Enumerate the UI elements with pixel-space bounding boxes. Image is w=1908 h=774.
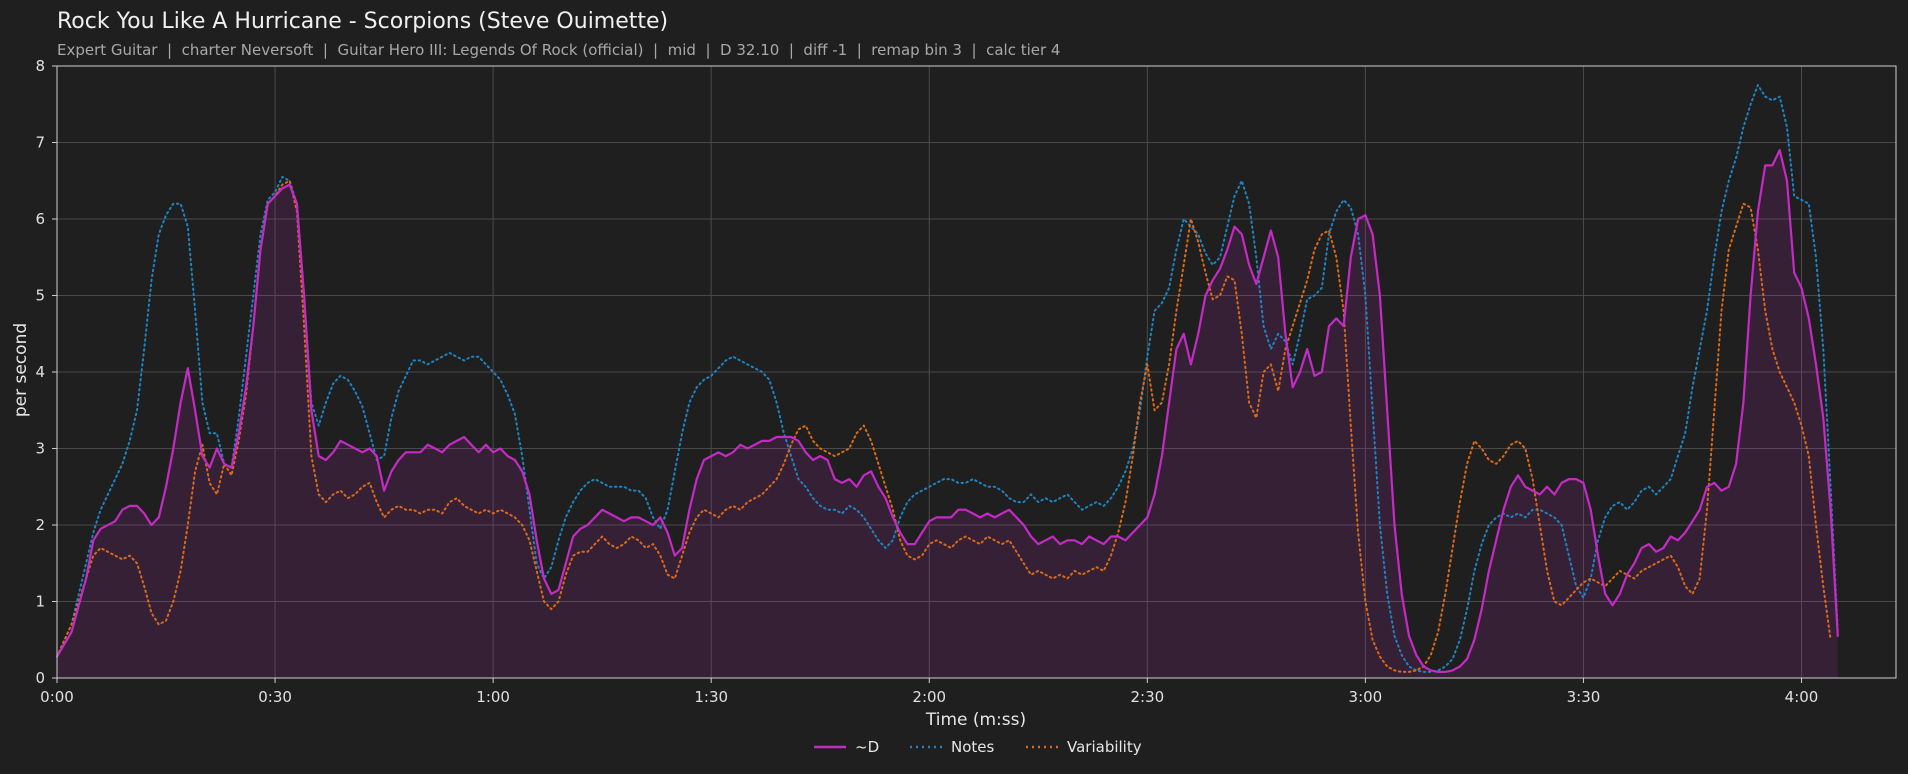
y-tick-label: 3: [35, 440, 45, 458]
legend-label: ~D: [855, 738, 879, 756]
legend: ~D Notes Variability: [814, 738, 1142, 756]
y-tick-label: 4: [35, 363, 45, 381]
y-tick-label: 5: [35, 287, 45, 305]
y-tick-label: 7: [35, 134, 45, 152]
chart: Rock You Like A Hurricane - Scorpions (S…: [0, 0, 1908, 774]
y-axis-label: per second: [11, 323, 31, 417]
chart-subtitle: Expert Guitar | charter Neversoft | Guit…: [57, 41, 1060, 59]
x-tick-label: 1:00: [476, 688, 510, 706]
y-tick-label: 1: [35, 593, 45, 611]
x-tick-label: 4:00: [1785, 688, 1819, 706]
x-axis-label: Time (m:ss): [925, 710, 1026, 730]
x-tick-label: 1:30: [694, 688, 728, 706]
chart-title: Rock You Like A Hurricane - Scorpions (S…: [57, 9, 668, 34]
x-tick-label: 3:00: [1349, 688, 1383, 706]
y-tick-label: 6: [35, 210, 45, 228]
x-tick-label: 2:00: [912, 688, 946, 706]
x-tick-label: 2:30: [1130, 688, 1164, 706]
legend-label: Notes: [951, 738, 995, 756]
y-tick-label: 2: [35, 516, 45, 534]
x-tick-label: 0:30: [258, 688, 292, 706]
x-tick-label: 3:30: [1567, 688, 1601, 706]
x-tick-label: 0:00: [40, 688, 74, 706]
y-tick-label: 8: [35, 57, 45, 75]
y-tick-label: 0: [35, 669, 45, 687]
legend-label: Variability: [1067, 738, 1142, 756]
